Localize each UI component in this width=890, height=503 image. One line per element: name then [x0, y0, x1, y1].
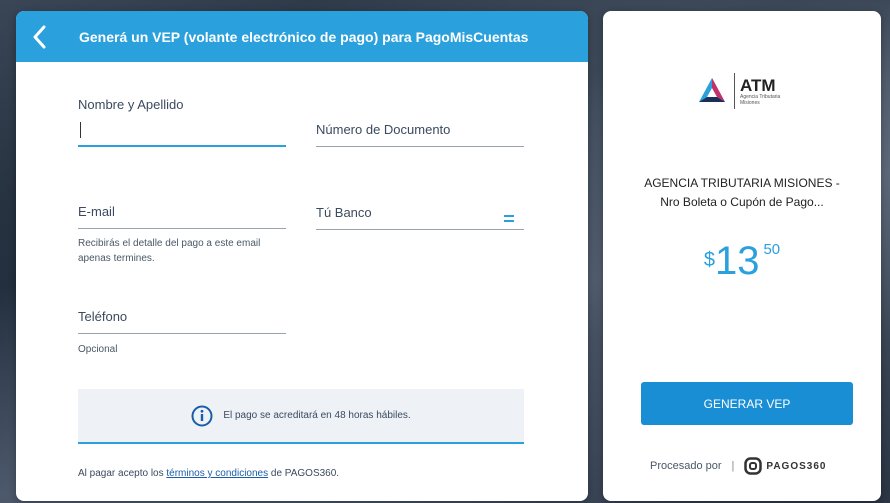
description-line-1: AGENCIA TRIBUTARIA MISIONES -: [644, 176, 840, 190]
info-icon: [191, 405, 213, 426]
logo-subtitle-1: Agencia Tributaria: [740, 93, 781, 100]
amount-integer: 13: [714, 239, 760, 283]
logo-subtitle-2: Misiones: [740, 99, 760, 106]
phone-label: Teléfono: [78, 309, 128, 324]
logo-divider: [734, 73, 735, 109]
document-field[interactable]: Número de Documento: [316, 122, 524, 148]
logo-text: ATM Agencia Tributaria Misiones: [740, 77, 780, 106]
logo-name: ATM: [740, 75, 776, 95]
bank-select[interactable]: Tú Banco: [316, 205, 524, 231]
bank-underline: [316, 229, 524, 230]
info-banner: El pago se acreditará en 48 horas hábile…: [78, 389, 524, 444]
atm-logo: ATM Agencia Tributaria Misiones: [697, 73, 780, 109]
phone-underline: [78, 333, 286, 334]
document-underline: [316, 146, 524, 147]
processed-by-label: Procesado por: [650, 460, 722, 472]
phone-helper-text: Opcional: [78, 344, 118, 355]
footer-separator: |: [731, 460, 735, 472]
email-label: E-mail: [78, 204, 115, 219]
terms-suffix: de PAGOS360.: [268, 468, 340, 479]
name-underline: [78, 145, 286, 147]
info-text: El pago se acreditará en 48 horas hábile…: [223, 410, 411, 421]
description-line-2: Nro Boleta o Cupón de Pago...: [660, 195, 824, 209]
form-header: Generá un VEP (volante electrónico de pa…: [16, 11, 588, 62]
name-label: Nombre y Apellido: [78, 97, 184, 112]
pagos360-brand: PAGOS360: [766, 460, 827, 472]
text-cursor: [80, 122, 81, 138]
back-button[interactable]: [16, 11, 64, 62]
chevron-left-icon: [33, 25, 46, 48]
document-label: Número de Documento: [316, 122, 451, 137]
vep-form-card: Generá un VEP (volante electrónico de pa…: [16, 11, 588, 501]
menu-lines-icon: [504, 210, 514, 226]
generate-vep-button[interactable]: GENERAR VEP: [641, 382, 853, 425]
currency-symbol: $: [703, 249, 715, 271]
terms-prefix: Al pagar acepto los: [78, 468, 167, 479]
processed-by-footer: Procesado por | PAGOS360: [650, 457, 826, 475]
pagos360-icon: [744, 457, 763, 475]
terms-text: Al pagar acepto los términos y condicion…: [78, 468, 339, 479]
page-title: Generá un VEP (volante electrónico de pa…: [79, 28, 529, 45]
email-field[interactable]: E-mail: [78, 204, 286, 230]
amount-decimal: 50: [763, 241, 781, 258]
atm-logo-icon: [699, 78, 725, 102]
payment-amount: $13 50: [603, 239, 881, 284]
email-helper-text: Recibirás el detalle del pago a este ema…: [78, 238, 261, 264]
payment-description: AGENCIA TRIBUTARIA MISIONES - Nro Boleta…: [603, 174, 881, 212]
bank-label: Tú Banco: [316, 205, 372, 220]
phone-field[interactable]: Teléfono: [78, 309, 286, 335]
email-underline: [78, 228, 286, 229]
name-field[interactable]: Nombre y Apellido: [78, 97, 286, 147]
payment-summary-card: ATM Agencia Tributaria Misiones AGENCIA …: [603, 11, 881, 501]
terms-link[interactable]: términos y condiciones: [166, 468, 268, 479]
